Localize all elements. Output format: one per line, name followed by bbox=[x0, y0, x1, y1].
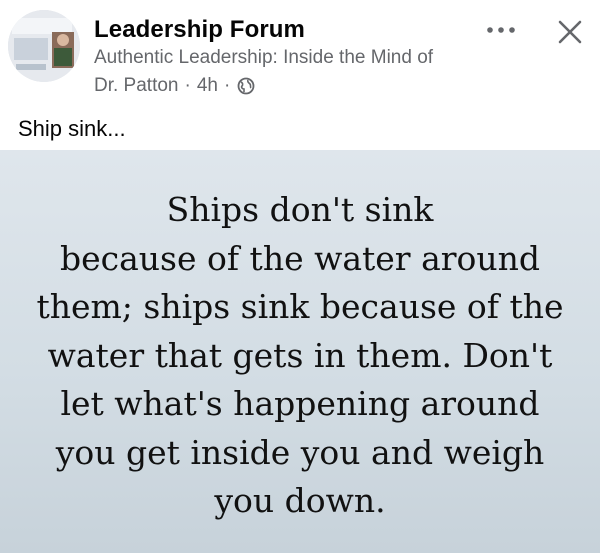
close-button[interactable] bbox=[552, 14, 588, 50]
post-title[interactable]: Authentic Leadership: Inside the Mind of bbox=[94, 47, 433, 69]
globe-icon bbox=[237, 77, 255, 95]
group-name[interactable]: Leadership Forum bbox=[94, 16, 305, 44]
quote-line: Ships don't sink bbox=[166, 190, 434, 229]
quote-line: water that gets in them. Don't bbox=[47, 335, 553, 375]
more-dots-icon bbox=[487, 27, 515, 33]
post-header: Leadership Forum Authentic Leadership: I… bbox=[0, 0, 600, 108]
quote-line: because of the water around bbox=[59, 238, 541, 278]
group-avatar[interactable] bbox=[8, 10, 80, 82]
quote-line: you get inside you and weigh bbox=[55, 432, 545, 472]
post-meta: Dr. Patton · 4h · bbox=[94, 75, 255, 97]
more-options-button[interactable] bbox=[484, 18, 518, 42]
quote-line: you down. bbox=[214, 481, 386, 520]
author-name[interactable]: Dr. Patton bbox=[94, 75, 179, 97]
post-image[interactable]: Ships don't sink because of the water ar… bbox=[0, 150, 600, 553]
meta-separator: · bbox=[184, 75, 191, 96]
quote-text: Ships don't sink because of the water ar… bbox=[0, 186, 600, 526]
quote-line: them; ships sink because of the bbox=[36, 287, 564, 326]
post-text: Ship sink... bbox=[18, 116, 126, 141]
post-time[interactable]: 4h bbox=[197, 75, 218, 97]
close-icon bbox=[558, 20, 582, 44]
quote-line: let what's happening around bbox=[60, 384, 540, 423]
meta-separator: · bbox=[223, 75, 231, 96]
